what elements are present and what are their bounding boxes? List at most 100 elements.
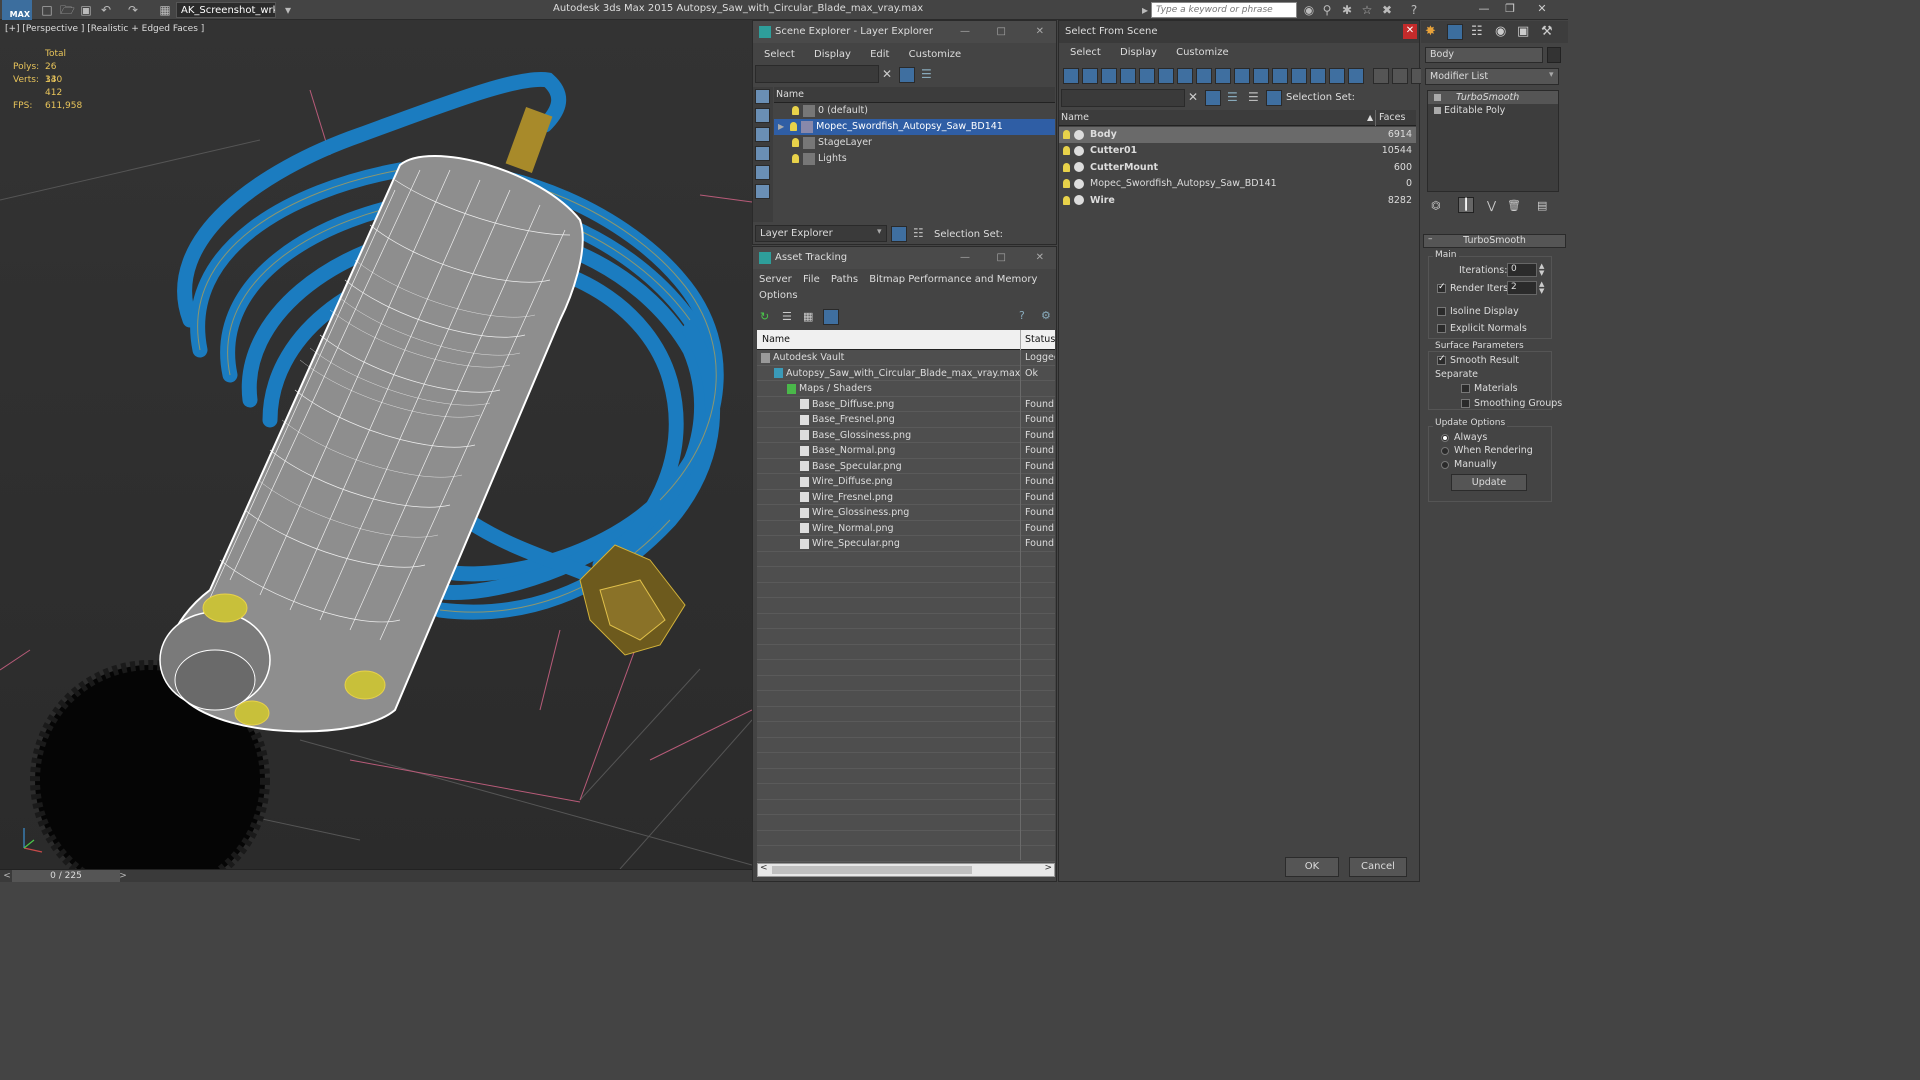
utilities-tab-icon[interactable]: ⚒ (1541, 24, 1553, 39)
display-geometry-icon[interactable] (1063, 68, 1079, 84)
select-from-scene-titlebar[interactable]: Select From Scene ✕ (1059, 21, 1419, 43)
display-groups-icon[interactable] (1177, 68, 1193, 84)
scroll-left-icon[interactable]: < (760, 863, 768, 873)
render-iters-spinner[interactable]: 2 (1507, 281, 1537, 295)
asset-row[interactable]: Base_Specular.png Found (757, 459, 1055, 474)
menu-customize[interactable]: Customize (1176, 47, 1229, 58)
display-all-icon[interactable] (1291, 68, 1307, 84)
redo-icon[interactable]: ↷ (126, 3, 140, 17)
viewport-label[interactable]: [+] [Perspective ] [Realistic + Edged Fa… (5, 24, 204, 34)
remove-modifier-icon[interactable]: 🗑 (1507, 199, 1521, 212)
perspective-viewport[interactable]: [+] [Perspective ] [Realistic + Edged Fa… (0, 20, 753, 900)
undo-icon[interactable]: ↶ (99, 3, 113, 17)
display-lights-icon[interactable] (755, 146, 770, 161)
subscription-icon[interactable]: ✱ (1340, 3, 1354, 17)
chevron-down-icon[interactable]: ▾ (1549, 70, 1554, 80)
menu-select[interactable]: Select (764, 49, 795, 60)
display-xrefs-icon[interactable] (1196, 68, 1212, 84)
ok-button[interactable]: OK (1285, 857, 1339, 877)
minimize-icon[interactable]: — (960, 247, 970, 269)
stack-item-editable-poly[interactable]: Editable Poly (1428, 104, 1558, 117)
lightbulb-icon[interactable] (1063, 162, 1070, 172)
help-icon[interactable]: ? (1019, 309, 1025, 322)
explorer-type-dropdown[interactable]: Layer Explorer (755, 225, 887, 242)
lightbulb-icon[interactable] (792, 138, 799, 147)
smoothing-groups-checkbox[interactable]: Smoothing Groups (1461, 398, 1562, 409)
column-status[interactable]: Status (1020, 330, 1055, 350)
asset-row[interactable]: Autodesk Vault Logged (757, 350, 1055, 366)
menu-customize[interactable]: Customize (909, 49, 962, 60)
find-input[interactable] (755, 65, 879, 83)
layer-tools-icon[interactable]: ☰ (921, 67, 932, 81)
object-name-field[interactable]: Body (1425, 47, 1543, 63)
asset-row[interactable]: Base_Normal.png Found (757, 443, 1055, 459)
object-color-swatch[interactable] (1547, 47, 1561, 63)
menu-select[interactable]: Select (1070, 47, 1101, 58)
menu-paths[interactable]: Paths (831, 274, 858, 285)
column-name[interactable]: Name (762, 330, 790, 350)
filter-icon[interactable] (1205, 90, 1221, 106)
close-icon[interactable]: ✕ (1532, 2, 1552, 15)
sort-icon[interactable]: ☰ (1248, 90, 1259, 104)
object-row[interactable]: Cutter01 10544 (1059, 143, 1416, 159)
lightbulb-icon[interactable] (792, 106, 799, 115)
asset-row[interactable]: Wire_Glossiness.png Found (757, 505, 1055, 521)
object-row[interactable]: Body 6914 (1059, 127, 1416, 143)
display-lights-icon[interactable] (1101, 68, 1117, 84)
isoline-display-checkbox[interactable]: Isoline Display (1437, 306, 1519, 317)
asset-row[interactable]: Autopsy_Saw_with_Circular_Blade_max_vray… (757, 366, 1055, 381)
show-end-result-icon[interactable]: ┃ (1458, 197, 1474, 213)
layer-tools-icon[interactable]: ☰ (1227, 90, 1238, 104)
settings-icon[interactable]: ⚙ (1041, 309, 1051, 322)
asset-row[interactable]: Wire_Specular.png Found (757, 536, 1055, 552)
asset-row[interactable]: Wire_Diffuse.png Found (757, 474, 1055, 490)
always-radio[interactable]: Always (1441, 432, 1487, 443)
find-input[interactable] (1061, 89, 1185, 107)
modify-tab-icon[interactable] (1447, 24, 1463, 40)
object-row[interactable]: CutterMount 600 (1059, 160, 1416, 176)
search-input[interactable]: Type a keyword or phrase (1151, 2, 1297, 18)
select-invert-icon[interactable] (1392, 68, 1408, 84)
layer-row-default[interactable]: 0 (default) (774, 103, 1055, 119)
turbosmooth-rollout-header[interactable]: – TurboSmooth (1423, 234, 1566, 248)
display-hidden-icon[interactable] (1272, 68, 1288, 84)
display-helpers-icon[interactable] (1139, 68, 1155, 84)
spinner-arrows-icon[interactable]: ▲ ▼ (1539, 281, 1544, 295)
chevron-down-icon[interactable]: ▾ (877, 227, 882, 237)
hierarchy-tab-icon[interactable]: ☷ (1471, 24, 1483, 39)
manually-radio[interactable]: Manually (1441, 459, 1497, 470)
display-none-icon[interactable] (755, 89, 770, 104)
minimize-icon[interactable]: — (960, 21, 970, 43)
scroll-right-icon[interactable]: > (1044, 863, 1052, 873)
key-icon[interactable]: ⚲ (1320, 3, 1334, 17)
tree-view-icon[interactable]: ▦ (803, 310, 813, 323)
asset-row[interactable]: Wire_Normal.png Found (757, 521, 1055, 536)
stack-expand-icon[interactable] (1434, 107, 1441, 114)
layer-row-mopec[interactable]: ▶ Mopec_Swordfish_Autopsy_Saw_BD141 (774, 119, 1055, 135)
app-logo[interactable]: MAX (2, 0, 32, 20)
materials-checkbox[interactable]: Materials (1461, 383, 1518, 394)
lightbulb-icon[interactable] (1063, 195, 1070, 205)
chevron-down-icon[interactable]: ▾ (281, 3, 295, 17)
make-unique-icon[interactable]: ⋁ (1487, 199, 1496, 212)
maximize-icon[interactable]: □ (997, 247, 1006, 269)
asset-row[interactable]: Wire_Fresnel.png Found (757, 490, 1055, 505)
save-icon[interactable]: ▣ (79, 3, 93, 17)
display-cameras-icon[interactable] (1120, 68, 1136, 84)
close-icon[interactable]: ✕ (1403, 24, 1417, 39)
modifier-list-dropdown[interactable]: Modifier List (1425, 68, 1559, 85)
close-icon[interactable]: ✕ (1036, 21, 1044, 43)
configure-sets-icon[interactable]: ▤ (1537, 199, 1547, 212)
star-icon[interactable]: ☆ (1360, 3, 1374, 17)
minimize-icon[interactable]: — (1474, 2, 1494, 15)
display-shapes-icon[interactable] (755, 127, 770, 142)
restore-icon[interactable]: ❐ (1500, 2, 1520, 15)
layer-row-lights[interactable]: Lights (774, 151, 1055, 167)
horizontal-scrollbar[interactable]: < > (757, 863, 1055, 877)
lightbulb-icon[interactable] (790, 122, 798, 131)
menu-options[interactable]: Options (759, 290, 798, 301)
display-frozen-icon[interactable] (1253, 68, 1269, 84)
lightbulb-icon[interactable] (792, 154, 799, 163)
filter-icon[interactable] (899, 67, 915, 83)
menu-bitmap-performance[interactable]: Bitmap Performance and Memory (869, 274, 1037, 285)
